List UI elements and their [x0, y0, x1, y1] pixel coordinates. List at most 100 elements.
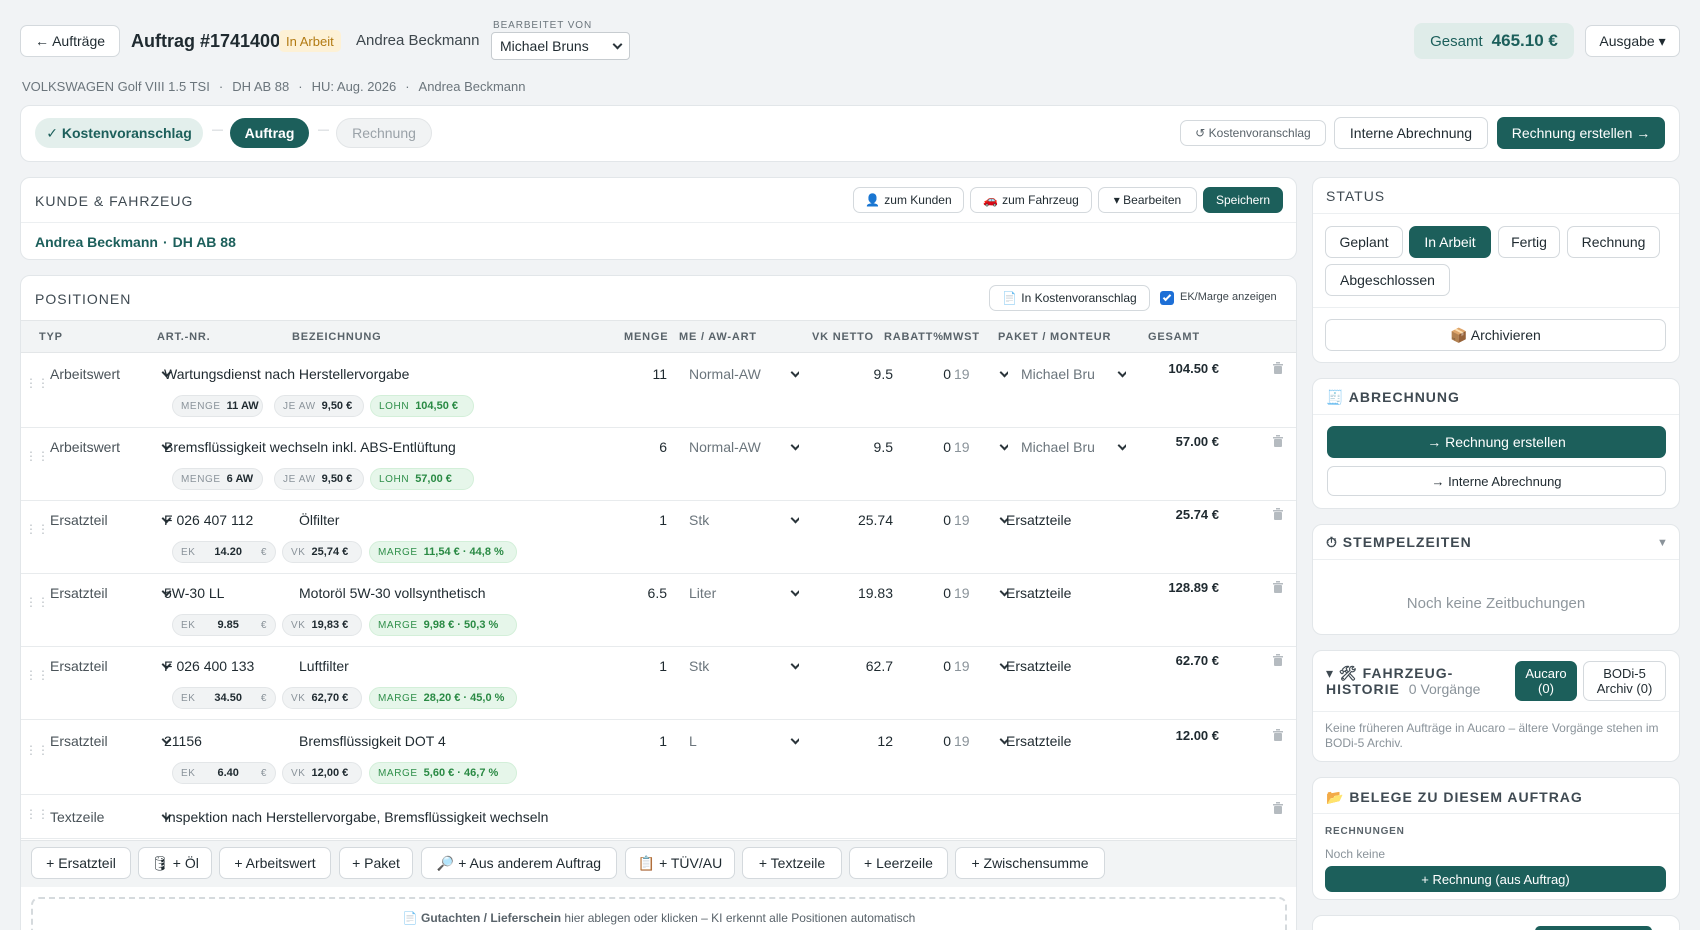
row-vat-select[interactable]: 19 — [954, 439, 1008, 455]
row-type-select[interactable]: Ersatzteil — [50, 658, 172, 674]
edit-button[interactable]: ▾ Bearbeiten — [1098, 187, 1197, 213]
row-discount-input[interactable]: 0 — [921, 585, 951, 601]
row-type-select[interactable]: Ersatzteil — [50, 512, 172, 528]
add-text-button[interactable]: + Textzeile — [742, 847, 842, 879]
row-artnr-input[interactable]: 5W-30 LL — [164, 585, 224, 601]
row-desc-input[interactable]: Bremsflüssigkeit DOT 4 — [299, 733, 446, 749]
add-part-button[interactable]: + Ersatzteil — [31, 847, 131, 879]
status-closed[interactable]: Abgeschlossen — [1325, 264, 1450, 296]
row-vat-select[interactable]: 19 — [954, 658, 1008, 674]
history-tab-bodi[interactable]: BODi-5 Archiv (0) — [1583, 661, 1666, 701]
customer-link[interactable]: Andrea Beckmann · DH AB 88 — [35, 234, 236, 250]
row-discount-input[interactable]: 0 — [921, 658, 951, 674]
row-unit-select[interactable]: Normal-AW — [689, 439, 799, 455]
row-unit-select[interactable]: Stk — [689, 512, 799, 528]
trash-icon[interactable] — [1272, 728, 1284, 742]
row-vat-select[interactable]: 19 — [954, 512, 1008, 528]
row-desc-input[interactable]: Bremsflüssigkeit wechseln inkl. ABS-Entl… — [164, 439, 456, 455]
row-qty-input[interactable]: 1 — [621, 658, 667, 674]
drag-handle-icon[interactable]: ⋮⋮ — [25, 523, 49, 541]
status-invoice[interactable]: Rechnung — [1567, 226, 1660, 258]
status-planned[interactable]: Geplant — [1325, 226, 1403, 258]
drag-handle-icon[interactable]: ⋮⋮ — [25, 669, 49, 687]
row-type-select[interactable]: Ersatzteil — [50, 733, 172, 749]
add-package-button[interactable]: + Paket — [339, 847, 413, 879]
collapse-icon[interactable]: ▼ — [1657, 537, 1668, 549]
row-qty-input[interactable]: 1 — [621, 512, 667, 528]
row-chip-ek[interactable]: EK 14.20 € — [172, 541, 276, 563]
to-vehicle-button[interactable]: 🚗 zum Fahrzeug — [970, 187, 1092, 213]
row-desc-input[interactable]: Wartungsdienst nach Herstellervorgabe — [164, 366, 409, 382]
row-desc-input[interactable]: Luftfilter — [299, 658, 349, 674]
row-type-select[interactable]: Textzeile — [50, 809, 172, 825]
next-card-button[interactable] — [1535, 926, 1652, 930]
row-discount-input[interactable]: 0 — [921, 439, 951, 455]
status-in-progress[interactable]: In Arbeit — [1409, 226, 1491, 258]
trash-icon[interactable] — [1272, 507, 1284, 521]
workflow-step-estimate[interactable]: ✓ Kostenvoranschlag — [35, 118, 203, 148]
add-tuev-button[interactable]: 📋 + TÜV/AU — [625, 847, 735, 879]
row-chip-ek[interactable]: EK 9.85 € — [172, 614, 276, 636]
save-button[interactable]: Speichern — [1203, 187, 1283, 213]
trash-icon[interactable] — [1272, 434, 1284, 448]
row-vk-input[interactable]: 62.7 — [821, 658, 893, 674]
trash-icon[interactable] — [1272, 653, 1284, 667]
add-from-order-button[interactable]: 🔎 + Aus anderem Auftrag — [421, 847, 617, 879]
row-discount-input[interactable]: 0 — [921, 733, 951, 749]
archive-button[interactable]: 📦 Archivieren — [1325, 319, 1666, 351]
row-vk-input[interactable]: 9.5 — [821, 439, 893, 455]
row-qty-input[interactable]: 6.5 — [621, 585, 667, 601]
create-invoice-button[interactable]: Rechnung erstellen → — [1497, 117, 1665, 149]
trash-icon[interactable] — [1272, 361, 1284, 375]
row-type-select[interactable]: Arbeitswert — [50, 439, 172, 455]
row-unit-select[interactable]: Normal-AW — [689, 366, 799, 382]
drag-handle-icon[interactable]: ⋮⋮ — [25, 808, 49, 826]
row-discount-input[interactable]: 0 — [921, 512, 951, 528]
row-vk-input[interactable]: 25.74 — [821, 512, 893, 528]
drag-handle-icon[interactable]: ⋮⋮ — [25, 744, 49, 762]
trash-icon[interactable] — [1272, 580, 1284, 594]
show-margin-checkbox[interactable] — [1160, 291, 1174, 305]
row-vk-input[interactable]: 19.83 — [821, 585, 893, 601]
row-artnr-input[interactable]: F 026 400 133 — [164, 658, 254, 674]
edited-by-select[interactable]: Michael Bruns — [491, 32, 630, 60]
dropzone[interactable]: 📄 Gutachten / Lieferschein hier ablegen … — [31, 897, 1287, 930]
add-oil-button[interactable]: 🛢 + Öl — [138, 847, 212, 879]
row-desc-input[interactable]: Ölfilter — [299, 512, 339, 528]
workflow-step-invoice[interactable]: Rechnung — [336, 118, 432, 148]
row-chip-ek[interactable]: EK 6.40 € — [172, 762, 276, 784]
row-artnr-input[interactable]: 21156 — [164, 733, 202, 749]
row-unit-select[interactable]: Stk — [689, 658, 799, 674]
drag-handle-icon[interactable]: ⋮⋮ — [25, 596, 49, 614]
add-labor-button[interactable]: + Arbeitswert — [219, 847, 331, 879]
row-artnr-input[interactable]: F 026 407 112 — [164, 512, 253, 528]
drag-handle-icon[interactable]: ⋮⋮ — [25, 377, 49, 395]
add-invoice-button[interactable]: + Rechnung (aus Auftrag) — [1325, 866, 1666, 892]
row-qty-input[interactable]: 11 — [621, 366, 667, 382]
workflow-step-order[interactable]: Auftrag — [230, 118, 309, 148]
row-vat-select[interactable]: 19 — [954, 366, 1008, 382]
row-desc-input[interactable]: Motoröl 5W-30 vollsynthetisch — [299, 585, 485, 601]
estimate-reset-button[interactable]: ↺ Kostenvoranschlag — [1180, 120, 1326, 146]
row-vk-input[interactable]: 9.5 — [821, 366, 893, 382]
row-qty-input[interactable]: 6 — [621, 439, 667, 455]
row-vat-select[interactable]: 19 — [954, 585, 1008, 601]
trash-icon[interactable] — [1272, 801, 1284, 815]
row-qty-input[interactable]: 1 — [621, 733, 667, 749]
to-estimate-button[interactable]: 📄 In Kostenvoranschlag — [989, 285, 1150, 311]
billing-internal-button[interactable]: → Interne Abrechnung — [1327, 466, 1666, 496]
row-assignee-select[interactable]: Michael Bru — [1021, 366, 1126, 382]
add-subtotal-button[interactable]: + Zwischensumme — [955, 847, 1105, 879]
row-vat-select[interactable]: 19 — [954, 733, 1008, 749]
row-type-select[interactable]: Ersatzteil — [50, 585, 172, 601]
add-empty-button[interactable]: + Leerzeile — [849, 847, 948, 879]
row-type-select[interactable]: Arbeitswert — [50, 366, 172, 382]
row-discount-input[interactable]: 0 — [921, 366, 951, 382]
row-unit-select[interactable]: L — [689, 733, 799, 749]
row-chip-ek[interactable]: EK 34.50 € — [172, 687, 276, 709]
row-unit-select[interactable]: Liter — [689, 585, 799, 601]
billing-create-invoice-button[interactable]: → Rechnung erstellen — [1327, 426, 1666, 458]
row-assignee-select[interactable]: Michael Bru — [1021, 439, 1126, 455]
status-done[interactable]: Fertig — [1498, 226, 1560, 258]
to-customer-button[interactable]: 👤 zum Kunden — [853, 187, 964, 213]
